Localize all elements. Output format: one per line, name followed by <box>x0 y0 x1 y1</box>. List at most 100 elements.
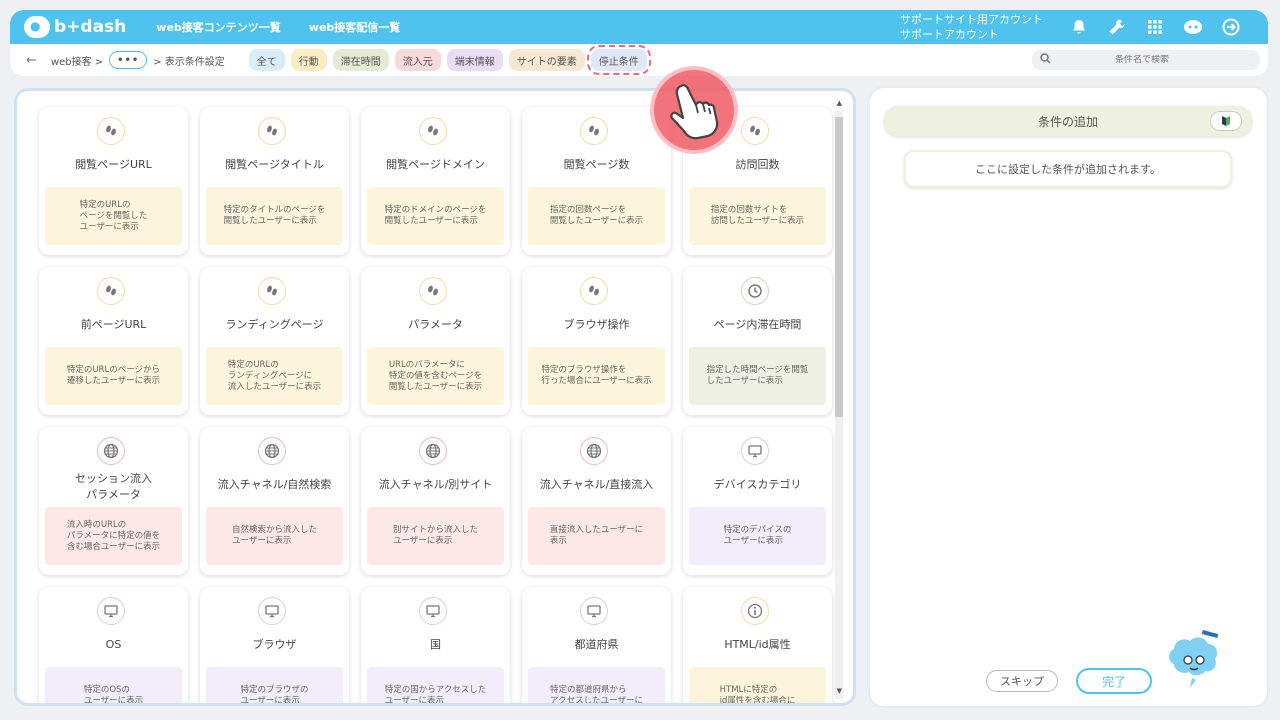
beginner-mark-icon[interactable] <box>1210 111 1242 131</box>
condition-list-panel: 閲覧ページURL 特定のURLの ページを閲覧した ユーザーに表示 閲覧ページタ… <box>14 88 856 706</box>
monitor-icon <box>580 597 608 625</box>
card-description: 特定のドメインのページを 閲覧したユーザーに表示 <box>367 187 504 245</box>
card-description: 直接流入したユーザーに 表示 <box>528 507 665 565</box>
breadcrumb-more-button[interactable]: ••• <box>109 51 148 69</box>
logout-icon[interactable] <box>1220 16 1242 38</box>
brain-icon[interactable] <box>1182 16 1204 38</box>
card-description: 指定の回数サイトを 訪問したユーザーに表示 <box>689 187 826 245</box>
card-title: OS <box>105 638 122 651</box>
condition-card-page-title[interactable]: 閲覧ページタイトル 特定のタイトルのページを 閲覧したユーザーに表示 <box>200 107 349 255</box>
tab-stay-time[interactable]: 滞在時間 <box>332 49 389 71</box>
card-description: 別サイトから流入した ユーザーに表示 <box>367 507 504 565</box>
monitor-icon <box>741 437 769 465</box>
condition-card-country[interactable]: 国 特定の国からアクセスした ユーザーに表示 <box>361 587 510 703</box>
condition-card-organic-search[interactable]: 流入チャネル/自然検索 自然検索から流入した ユーザーに表示 <box>200 427 349 575</box>
condition-card-browser[interactable]: ブラウザ 特定のブラウザの ユーザーに表示 <box>200 587 349 703</box>
info-icon <box>741 597 769 625</box>
card-description: 特定の国からアクセスした ユーザーに表示 <box>367 667 504 703</box>
card-title: ランディングページ <box>225 318 324 331</box>
card-description: 流入時のURLの パラメータに特定の値を 含む場合ユーザーに表示 <box>45 507 182 565</box>
condition-card-page-count[interactable]: 閲覧ページ数 指定の回数ページを 閲覧したユーザーに表示 <box>522 107 671 255</box>
footprints-icon <box>97 117 125 145</box>
footprints-icon <box>258 277 286 305</box>
tab-all[interactable]: 全て <box>248 49 285 71</box>
footprints-icon <box>580 277 608 305</box>
card-description: 特定のタイトルのページを 閲覧したユーザーに表示 <box>206 187 343 245</box>
card-description: 自然検索から流入した ユーザーに表示 <box>206 507 343 565</box>
globe-icon <box>580 437 608 465</box>
condition-card-landing-page[interactable]: ランディングページ 特定のURLの ランディングページに 流入したユーザーに表示 <box>200 267 349 415</box>
card-title: 閲覧ページドメイン <box>386 158 485 171</box>
card-description: 特定のデバイスの ユーザーに表示 <box>689 507 826 565</box>
condition-card-html-id[interactable]: HTML/id属性 HTMLに特定の id属性を含む場合に <box>683 587 832 703</box>
skip-button[interactable]: スキップ <box>986 670 1058 692</box>
account-info[interactable]: サポートサイト用アカウント サポートアカウント <box>900 12 1043 42</box>
done-button[interactable]: 完了 <box>1076 668 1152 694</box>
card-title: セッション流入 パラメータ <box>75 472 152 501</box>
card-title: 都道府県 <box>574 638 619 651</box>
globe-icon <box>97 437 125 465</box>
card-title: ブラウザ <box>252 638 297 651</box>
card-title: 閲覧ページ数 <box>563 158 630 171</box>
account-name: サポートサイト用アカウント <box>900 13 1043 26</box>
condition-card-os[interactable]: OS 特定のOSの ユーザーに表示 <box>39 587 188 703</box>
monitor-icon <box>97 597 125 625</box>
search-input[interactable] <box>1057 55 1227 65</box>
footprints-icon <box>258 117 286 145</box>
scrollbar[interactable] <box>835 111 843 699</box>
added-condition-placeholder: ここに設定した条件が追加されます。 <box>904 150 1232 188</box>
logo[interactable]: ● b+dash <box>24 16 126 38</box>
scroll-down-arrow-icon[interactable]: ▼ <box>837 687 842 695</box>
card-title: 前ページURL <box>80 318 147 331</box>
bell-icon[interactable] <box>1068 16 1090 38</box>
tab-stop-condition[interactable]: 停止条件 <box>586 45 651 75</box>
nav-content-list[interactable]: web接客コンテンツ一覧 <box>156 19 281 35</box>
nav-delivery-list[interactable]: web接客配信一覧 <box>309 19 401 35</box>
top-nav: web接客コンテンツ一覧 web接客配信一覧 <box>156 19 400 35</box>
condition-card-referrer-url[interactable]: 前ページURL 特定のURLのページから 遷移したユーザーに表示 <box>39 267 188 415</box>
scroll-up-arrow-icon[interactable]: ▲ <box>837 99 842 107</box>
account-type: サポートアカウント <box>900 28 999 41</box>
card-description: URLのパラメータに 特定の値を含むページを 閲覧したユーザーに表示 <box>367 347 504 405</box>
top-icons <box>1068 16 1242 38</box>
condition-grid: 閲覧ページURL 特定のURLの ページを閲覧した ユーザーに表示 閲覧ページタ… <box>39 107 832 703</box>
card-title: 訪問回数 <box>735 158 780 171</box>
card-description: 特定の都道府県から アクセスしたユーザーに <box>528 667 665 703</box>
condition-card-device-category[interactable]: デバイスカテゴリ 特定のデバイスの ユーザーに表示 <box>683 427 832 575</box>
card-title: 閲覧ページURL <box>75 158 152 171</box>
condition-card-prefecture[interactable]: 都道府県 特定の都道府県から アクセスしたユーザーに <box>522 587 671 703</box>
logo-text: b+dash <box>54 17 127 37</box>
back-arrow-icon[interactable]: ← <box>26 53 37 68</box>
card-description: 特定のブラウザの ユーザーに表示 <box>206 667 343 703</box>
wrench-icon[interactable] <box>1106 16 1128 38</box>
add-condition-title: 条件の追加 <box>1037 114 1098 129</box>
globe-icon <box>419 437 447 465</box>
card-description: HTMLに特定の id属性を含む場合に <box>689 667 826 703</box>
breadcrumb-web[interactable]: web接客 > <box>51 53 103 68</box>
tab-site-element[interactable]: サイトの要素 <box>508 49 585 71</box>
card-description: 指定した時間ページを閲覧 したユーザーに表示 <box>689 347 826 405</box>
category-tabs: 全て 行動 滞在時間 流入元 端末情報 サイトの要素 停止条件 <box>248 45 651 75</box>
top-bar: ● b+dash web接客コンテンツ一覧 web接客配信一覧 サポートサイト用… <box>10 10 1268 44</box>
scrollbar-thumb[interactable] <box>835 117 843 417</box>
condition-card-page-domain[interactable]: 閲覧ページドメイン 特定のドメインのページを 閲覧したユーザーに表示 <box>361 107 510 255</box>
card-description: 特定のURLのページから 遷移したユーザーに表示 <box>45 347 182 405</box>
card-title: パラメータ <box>408 318 463 331</box>
search-icon <box>1040 53 1051 67</box>
added-conditions-panel: 条件の追加 ここに設定した条件が追加されます。 スキップ 完了 <box>870 88 1267 706</box>
condition-card-page-url[interactable]: 閲覧ページURL 特定のURLの ページを閲覧した ユーザーに表示 <box>39 107 188 255</box>
tab-behavior[interactable]: 行動 <box>290 49 327 71</box>
condition-card-browser-action[interactable]: ブラウザ操作 特定のブラウザ操作を 行った場合にユーザーに表示 <box>522 267 671 415</box>
grid-icon[interactable] <box>1144 16 1166 38</box>
tab-device[interactable]: 端末情報 <box>446 49 503 71</box>
tab-source[interactable]: 流入元 <box>394 49 441 71</box>
monitor-icon <box>258 597 286 625</box>
search-box <box>1032 50 1260 70</box>
condition-card-other-site[interactable]: 流入チャネル/別サイト 別サイトから流入した ユーザーに表示 <box>361 427 510 575</box>
card-title: ブラウザ操作 <box>563 318 630 331</box>
condition-card-session-parameter[interactable]: セッション流入 パラメータ 流入時のURLの パラメータに特定の値を 含む場合ユ… <box>39 427 188 575</box>
card-description: 特定のURLの ランディングページに 流入したユーザーに表示 <box>206 347 343 405</box>
condition-card-direct[interactable]: 流入チャネル/直接流入 直接流入したユーザーに 表示 <box>522 427 671 575</box>
condition-card-parameter[interactable]: パラメータ URLのパラメータに 特定の値を含むページを 閲覧したユーザーに表示 <box>361 267 510 415</box>
condition-card-stay-time[interactable]: ページ内滞在時間 指定した時間ページを閲覧 したユーザーに表示 <box>683 267 832 415</box>
